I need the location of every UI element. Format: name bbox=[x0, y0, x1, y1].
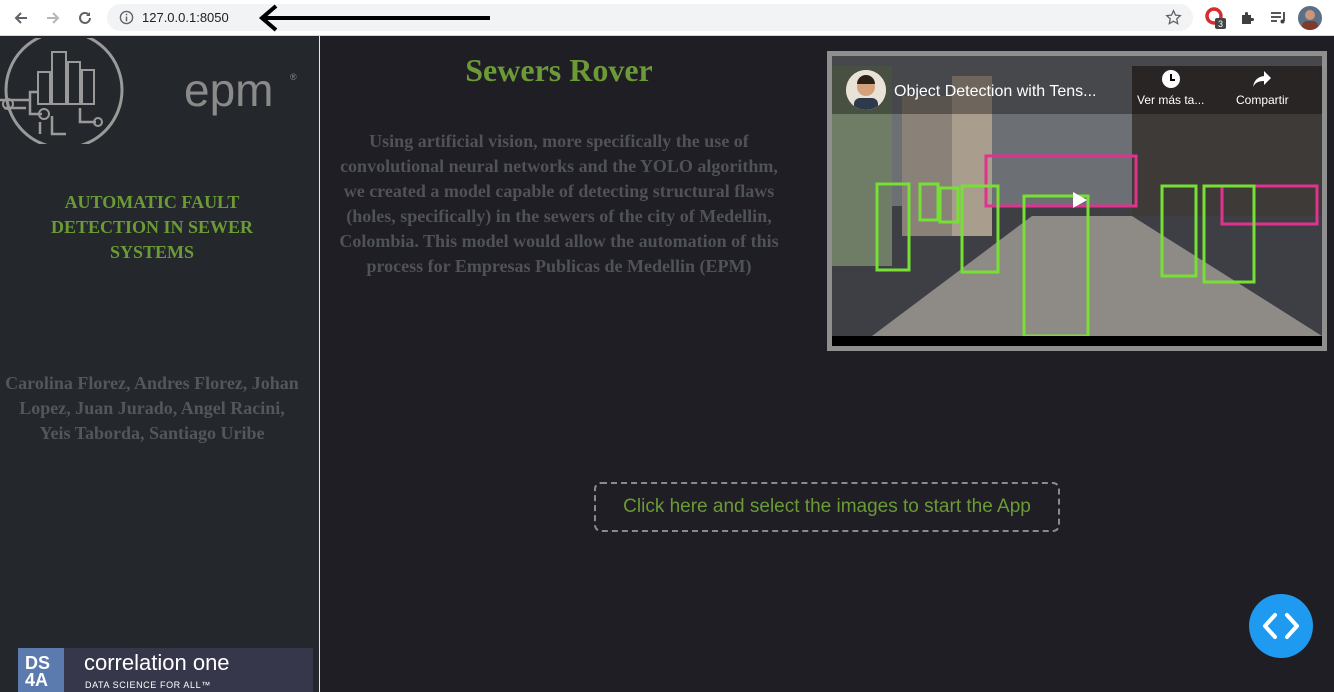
forward-button[interactable] bbox=[41, 6, 65, 30]
project-description: Using artificial vision, more specifical… bbox=[339, 131, 779, 276]
code-icon bbox=[1263, 613, 1299, 639]
page-title: Sewers Rover bbox=[465, 52, 653, 88]
playlist-icon bbox=[1271, 12, 1285, 24]
profile-avatar[interactable] bbox=[1298, 6, 1322, 30]
share-icon bbox=[1253, 71, 1272, 87]
upload-images-dropzone[interactable]: Click here and select the images to star… bbox=[594, 482, 1060, 532]
project-title: AUTOMATIC FAULT DETECTION IN SEWER SYSTE… bbox=[50, 192, 254, 262]
browser-toolbar: 127.0.0.1:8050 3 bbox=[0, 0, 1334, 36]
reload-button[interactable] bbox=[73, 6, 97, 30]
video-player[interactable]: Object Detection with Tens... Ver más ta… bbox=[832, 56, 1322, 346]
share-button[interactable]: Compartir bbox=[1236, 68, 1289, 107]
extension-button[interactable]: 3 bbox=[1203, 6, 1227, 30]
arrow-right-icon bbox=[47, 12, 60, 24]
star-icon[interactable] bbox=[1165, 9, 1182, 26]
arrow-left-icon bbox=[14, 12, 27, 24]
watch-later-button[interactable]: Ver más ta... bbox=[1137, 68, 1204, 107]
url-text[interactable]: 127.0.0.1:8050 bbox=[142, 10, 229, 25]
banner-tagline: DATA SCIENCE FOR ALL™ bbox=[85, 680, 211, 690]
back-button[interactable] bbox=[9, 6, 33, 30]
ds4a-correlation-one-banner: DS 4A correlation one DATA SCIENCE FOR AL… bbox=[18, 648, 313, 692]
puzzle-icon bbox=[1242, 12, 1254, 24]
reload-icon bbox=[79, 11, 91, 24]
extension-icon: 3 bbox=[1205, 7, 1226, 29]
play-icon[interactable] bbox=[1059, 184, 1099, 216]
watch-later-label: Ver más ta... bbox=[1137, 93, 1205, 107]
share-label: Compartir bbox=[1236, 93, 1289, 107]
extension-badge: 3 bbox=[1218, 19, 1223, 29]
extensions-button[interactable] bbox=[1235, 6, 1259, 30]
annotation-arrow-icon bbox=[258, 4, 490, 32]
authors-list: Carolina Florez, Andres Florez, Johan Lo… bbox=[5, 373, 299, 443]
channel-avatar[interactable] bbox=[846, 70, 886, 110]
sidebar: epm ® AUTOMATIC FAULT DETECTION IN SEWER… bbox=[0, 36, 320, 692]
youtube-embed[interactable]: Object Detection with Tens... Ver más ta… bbox=[827, 51, 1327, 351]
media-control-button[interactable] bbox=[1267, 6, 1291, 30]
correlation-one-logo: correlation one bbox=[84, 650, 230, 675]
clock-icon bbox=[1161, 70, 1180, 88]
avatar-icon bbox=[1302, 10, 1318, 30]
ds4a-logo: DS 4A bbox=[18, 648, 64, 692]
svg-text:®: ® bbox=[290, 72, 297, 82]
dev-tools-button[interactable] bbox=[1249, 594, 1313, 658]
svg-text:epm: epm bbox=[184, 66, 273, 116]
city-logo bbox=[0, 38, 124, 144]
video-title[interactable]: Object Detection with Tens... bbox=[894, 83, 1096, 101]
avatar-icon bbox=[846, 70, 886, 110]
epm-logo: epm ® bbox=[184, 66, 297, 116]
info-icon[interactable] bbox=[119, 10, 134, 25]
